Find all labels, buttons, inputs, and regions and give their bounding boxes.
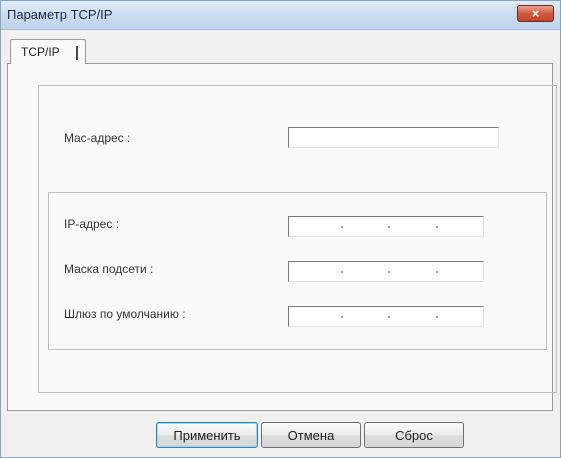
octet-separator xyxy=(341,271,343,273)
octet-separator xyxy=(388,271,390,273)
octet-separator xyxy=(436,271,438,273)
tab-label: TCP/IP xyxy=(21,45,60,59)
reset-button[interactable]: Сброс xyxy=(364,422,464,448)
mac-address-label: Mac-адрес : xyxy=(64,131,131,145)
default-gateway-label: Шлюз по умолчанию : xyxy=(64,307,186,321)
octet-separator xyxy=(436,226,438,228)
ip-address-field[interactable] xyxy=(288,216,484,237)
apply-button[interactable]: Применить xyxy=(156,422,258,448)
window-title: Параметр TCP/IP xyxy=(7,7,113,22)
tab-tcp-ip[interactable]: TCP/IP xyxy=(10,39,86,64)
octet-separator xyxy=(388,316,390,318)
ip-address-label: IP-адрес : xyxy=(64,217,120,231)
octet-separator xyxy=(341,226,343,228)
subnet-mask-field[interactable] xyxy=(288,261,484,282)
dialog-window: Параметр TCP/IP × TCP/IP Mac-адрес : IP-… xyxy=(0,0,561,458)
close-button[interactable]: × xyxy=(517,5,554,22)
default-gateway-field[interactable] xyxy=(288,306,484,327)
close-icon: × xyxy=(531,6,540,21)
mac-address-field[interactable] xyxy=(288,127,499,148)
octet-separator xyxy=(388,226,390,228)
title-bar[interactable]: Параметр TCP/IP × xyxy=(1,1,560,30)
cancel-button[interactable]: Отмена xyxy=(261,422,361,448)
octet-separator xyxy=(436,316,438,318)
octet-separator xyxy=(341,316,343,318)
tab-separator xyxy=(76,46,78,60)
subnet-mask-label: Маска подсети : xyxy=(64,262,154,276)
